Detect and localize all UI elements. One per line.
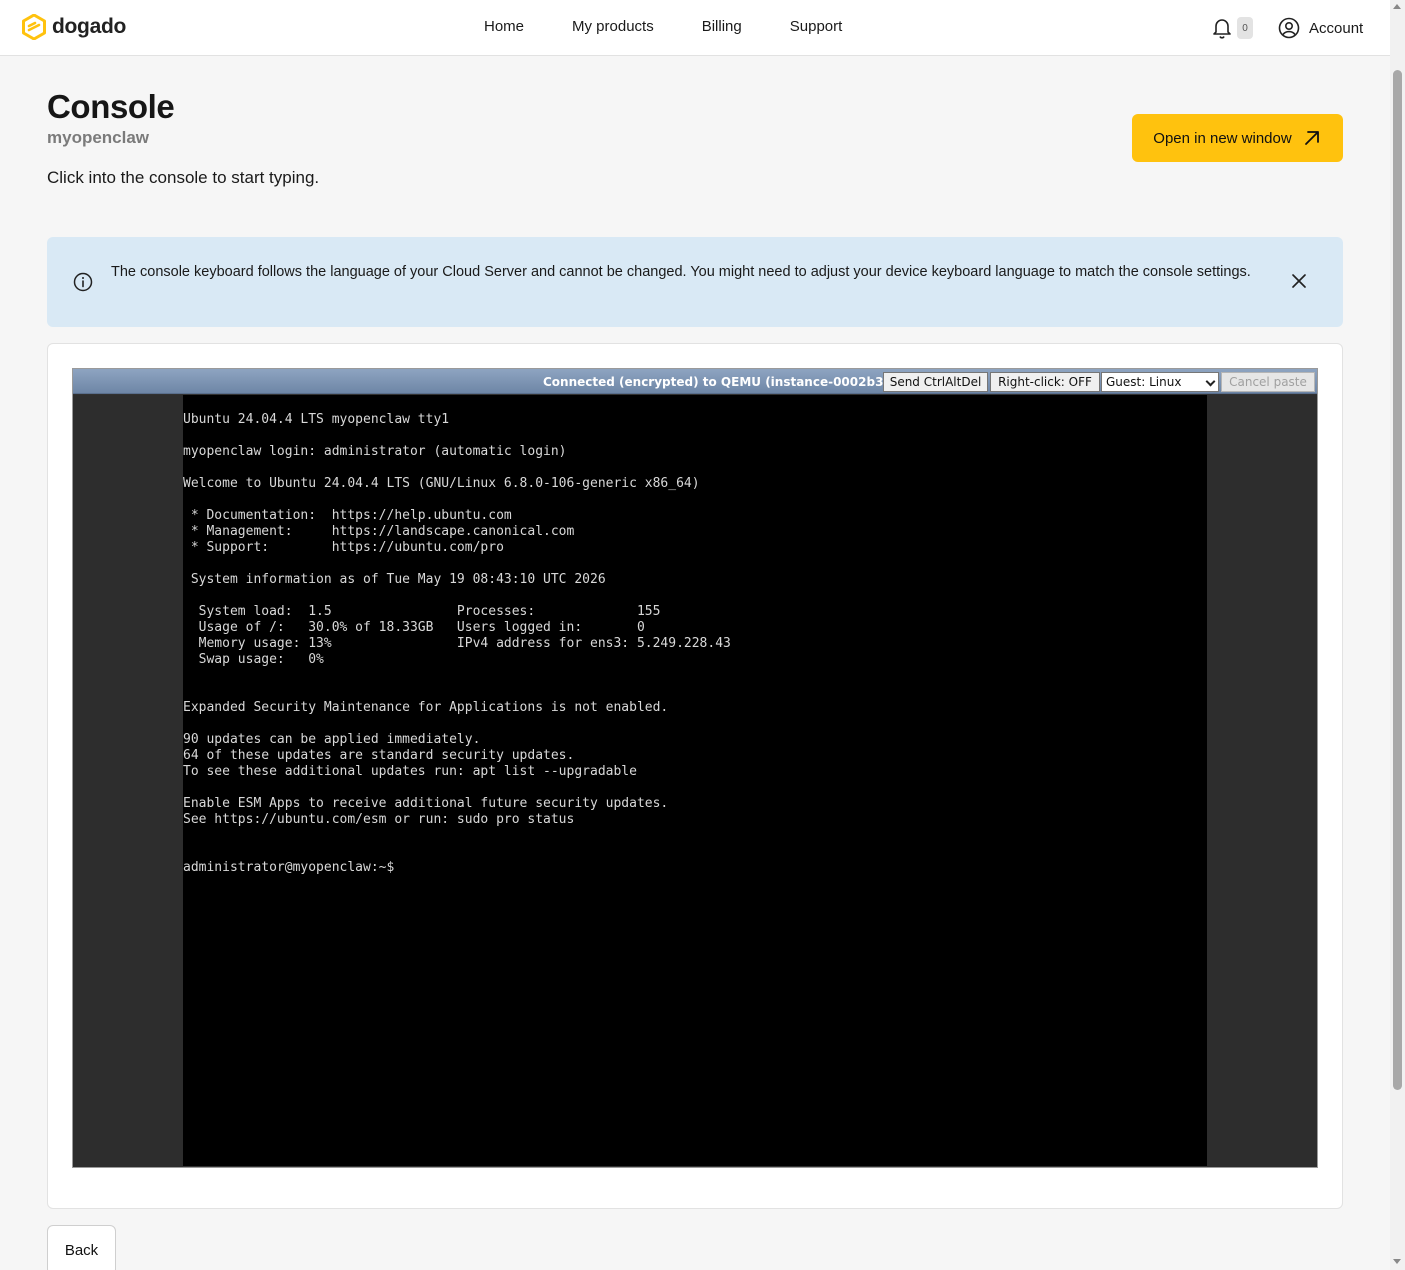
vnc-left-margin bbox=[73, 395, 183, 1167]
vnc-connection-status: Connected (encrypted) to QEMU (instance-… bbox=[543, 375, 906, 389]
nav-item-my-products[interactable]: My products bbox=[572, 18, 654, 35]
guest-os-select[interactable]: Guest: Linux bbox=[1101, 372, 1219, 392]
terminal-output: Ubuntu 24.04.4 LTS myopenclaw tty1 myope… bbox=[183, 412, 731, 876]
close-icon[interactable] bbox=[1290, 272, 1308, 290]
notification-count-badge: 0 bbox=[1237, 17, 1253, 39]
guest-os-select-value: Guest: Linux bbox=[1106, 375, 1182, 389]
terminal-line: Ubuntu 24.04.4 LTS myopenclaw tty1 bbox=[183, 412, 450, 427]
terminal-line: Enable ESM Apps to receive additional fu… bbox=[183, 796, 669, 811]
bell-icon[interactable] bbox=[1212, 17, 1232, 39]
terminal-line: * Support: https://ubuntu.com/pro bbox=[183, 540, 504, 555]
terminal-line: Memory usage: 13% IPv4 address for ens3:… bbox=[183, 636, 731, 651]
brand-name: dogado bbox=[52, 15, 127, 38]
scroll-down-arrow-icon[interactable] bbox=[1393, 1259, 1401, 1264]
chevron-down-icon bbox=[1205, 376, 1216, 387]
terminal-line: administrator@myopenclaw:~$ bbox=[183, 860, 395, 875]
cancel-paste-button[interactable]: Cancel paste bbox=[1221, 372, 1315, 392]
page-scrollbar[interactable] bbox=[1390, 0, 1405, 1270]
terminal-line: 64 of these updates are standard securit… bbox=[183, 748, 575, 763]
info-icon bbox=[73, 272, 93, 292]
terminal-line: System load: 1.5 Processes: 155 bbox=[183, 604, 661, 619]
top-navbar: dogado Home My products Billing Support … bbox=[0, 0, 1390, 56]
terminal-line: 90 updates can be applied immediately. bbox=[183, 732, 481, 747]
dogado-logo-icon bbox=[22, 14, 46, 40]
alert-message: The console keyboard follows the languag… bbox=[111, 264, 1251, 280]
user-circle-icon bbox=[1278, 17, 1300, 39]
terminal-line: Swap usage: 0% bbox=[183, 652, 324, 667]
vnc-right-margin bbox=[1207, 395, 1317, 1167]
terminal-line: System information as of Tue May 19 08:4… bbox=[183, 572, 606, 587]
terminal-line: myopenclaw login: administrator (automat… bbox=[183, 444, 567, 459]
vnc-control-bar: Connected (encrypted) to QEMU (instance-… bbox=[73, 369, 1317, 394]
scroll-up-arrow-icon[interactable] bbox=[1393, 4, 1401, 9]
terminal-line: * Management: https://landscape.canonica… bbox=[183, 524, 575, 539]
console-card: Connected (encrypted) to QEMU (instance-… bbox=[47, 343, 1343, 1209]
account-menu[interactable]: Account bbox=[1278, 17, 1363, 39]
send-ctrlaltdel-button[interactable]: Send CtrlAltDel bbox=[883, 372, 988, 392]
brand-logo[interactable]: dogado bbox=[22, 14, 126, 40]
console-hint: Click into the console to start typing. bbox=[47, 168, 320, 187]
terminal-line: To see these additional updates run: apt… bbox=[183, 764, 637, 779]
terminal-line: Usage of /: 30.0% of 18.33GB Users logge… bbox=[183, 620, 645, 635]
terminal-line: See https://ubuntu.com/esm or run: sudo … bbox=[183, 812, 575, 827]
nav-item-home[interactable]: Home bbox=[484, 18, 524, 35]
back-button[interactable]: Back bbox=[47, 1225, 116, 1270]
vnc-console[interactable]: Connected (encrypted) to QEMU (instance-… bbox=[72, 368, 1318, 1168]
right-click-toggle-button[interactable]: Right-click: OFF bbox=[990, 372, 1100, 392]
server-name: myopenclaw bbox=[47, 128, 150, 147]
nav-item-support[interactable]: Support bbox=[790, 18, 843, 35]
external-arrow-icon bbox=[1304, 131, 1319, 145]
page-title: Console bbox=[47, 88, 175, 125]
terminal-screen[interactable]: Ubuntu 24.04.4 LTS myopenclaw tty1 myope… bbox=[183, 395, 1207, 1166]
main-nav: Home My products Billing Support bbox=[484, 18, 842, 35]
terminal-line: * Documentation: https://help.ubuntu.com bbox=[183, 508, 512, 523]
keyboard-info-alert: The console keyboard follows the languag… bbox=[47, 237, 1343, 327]
terminal-line: Welcome to Ubuntu 24.04.4 LTS (GNU/Linux… bbox=[183, 476, 700, 491]
account-label: Account bbox=[1309, 19, 1364, 37]
open-in-new-window-button[interactable]: Open in new window bbox=[1132, 114, 1343, 162]
terminal-line: Expanded Security Maintenance for Applic… bbox=[183, 700, 669, 715]
open-in-new-window-label: Open in new window bbox=[1153, 129, 1292, 147]
nav-item-billing[interactable]: Billing bbox=[702, 18, 742, 35]
scroll-thumb[interactable] bbox=[1393, 70, 1402, 1090]
